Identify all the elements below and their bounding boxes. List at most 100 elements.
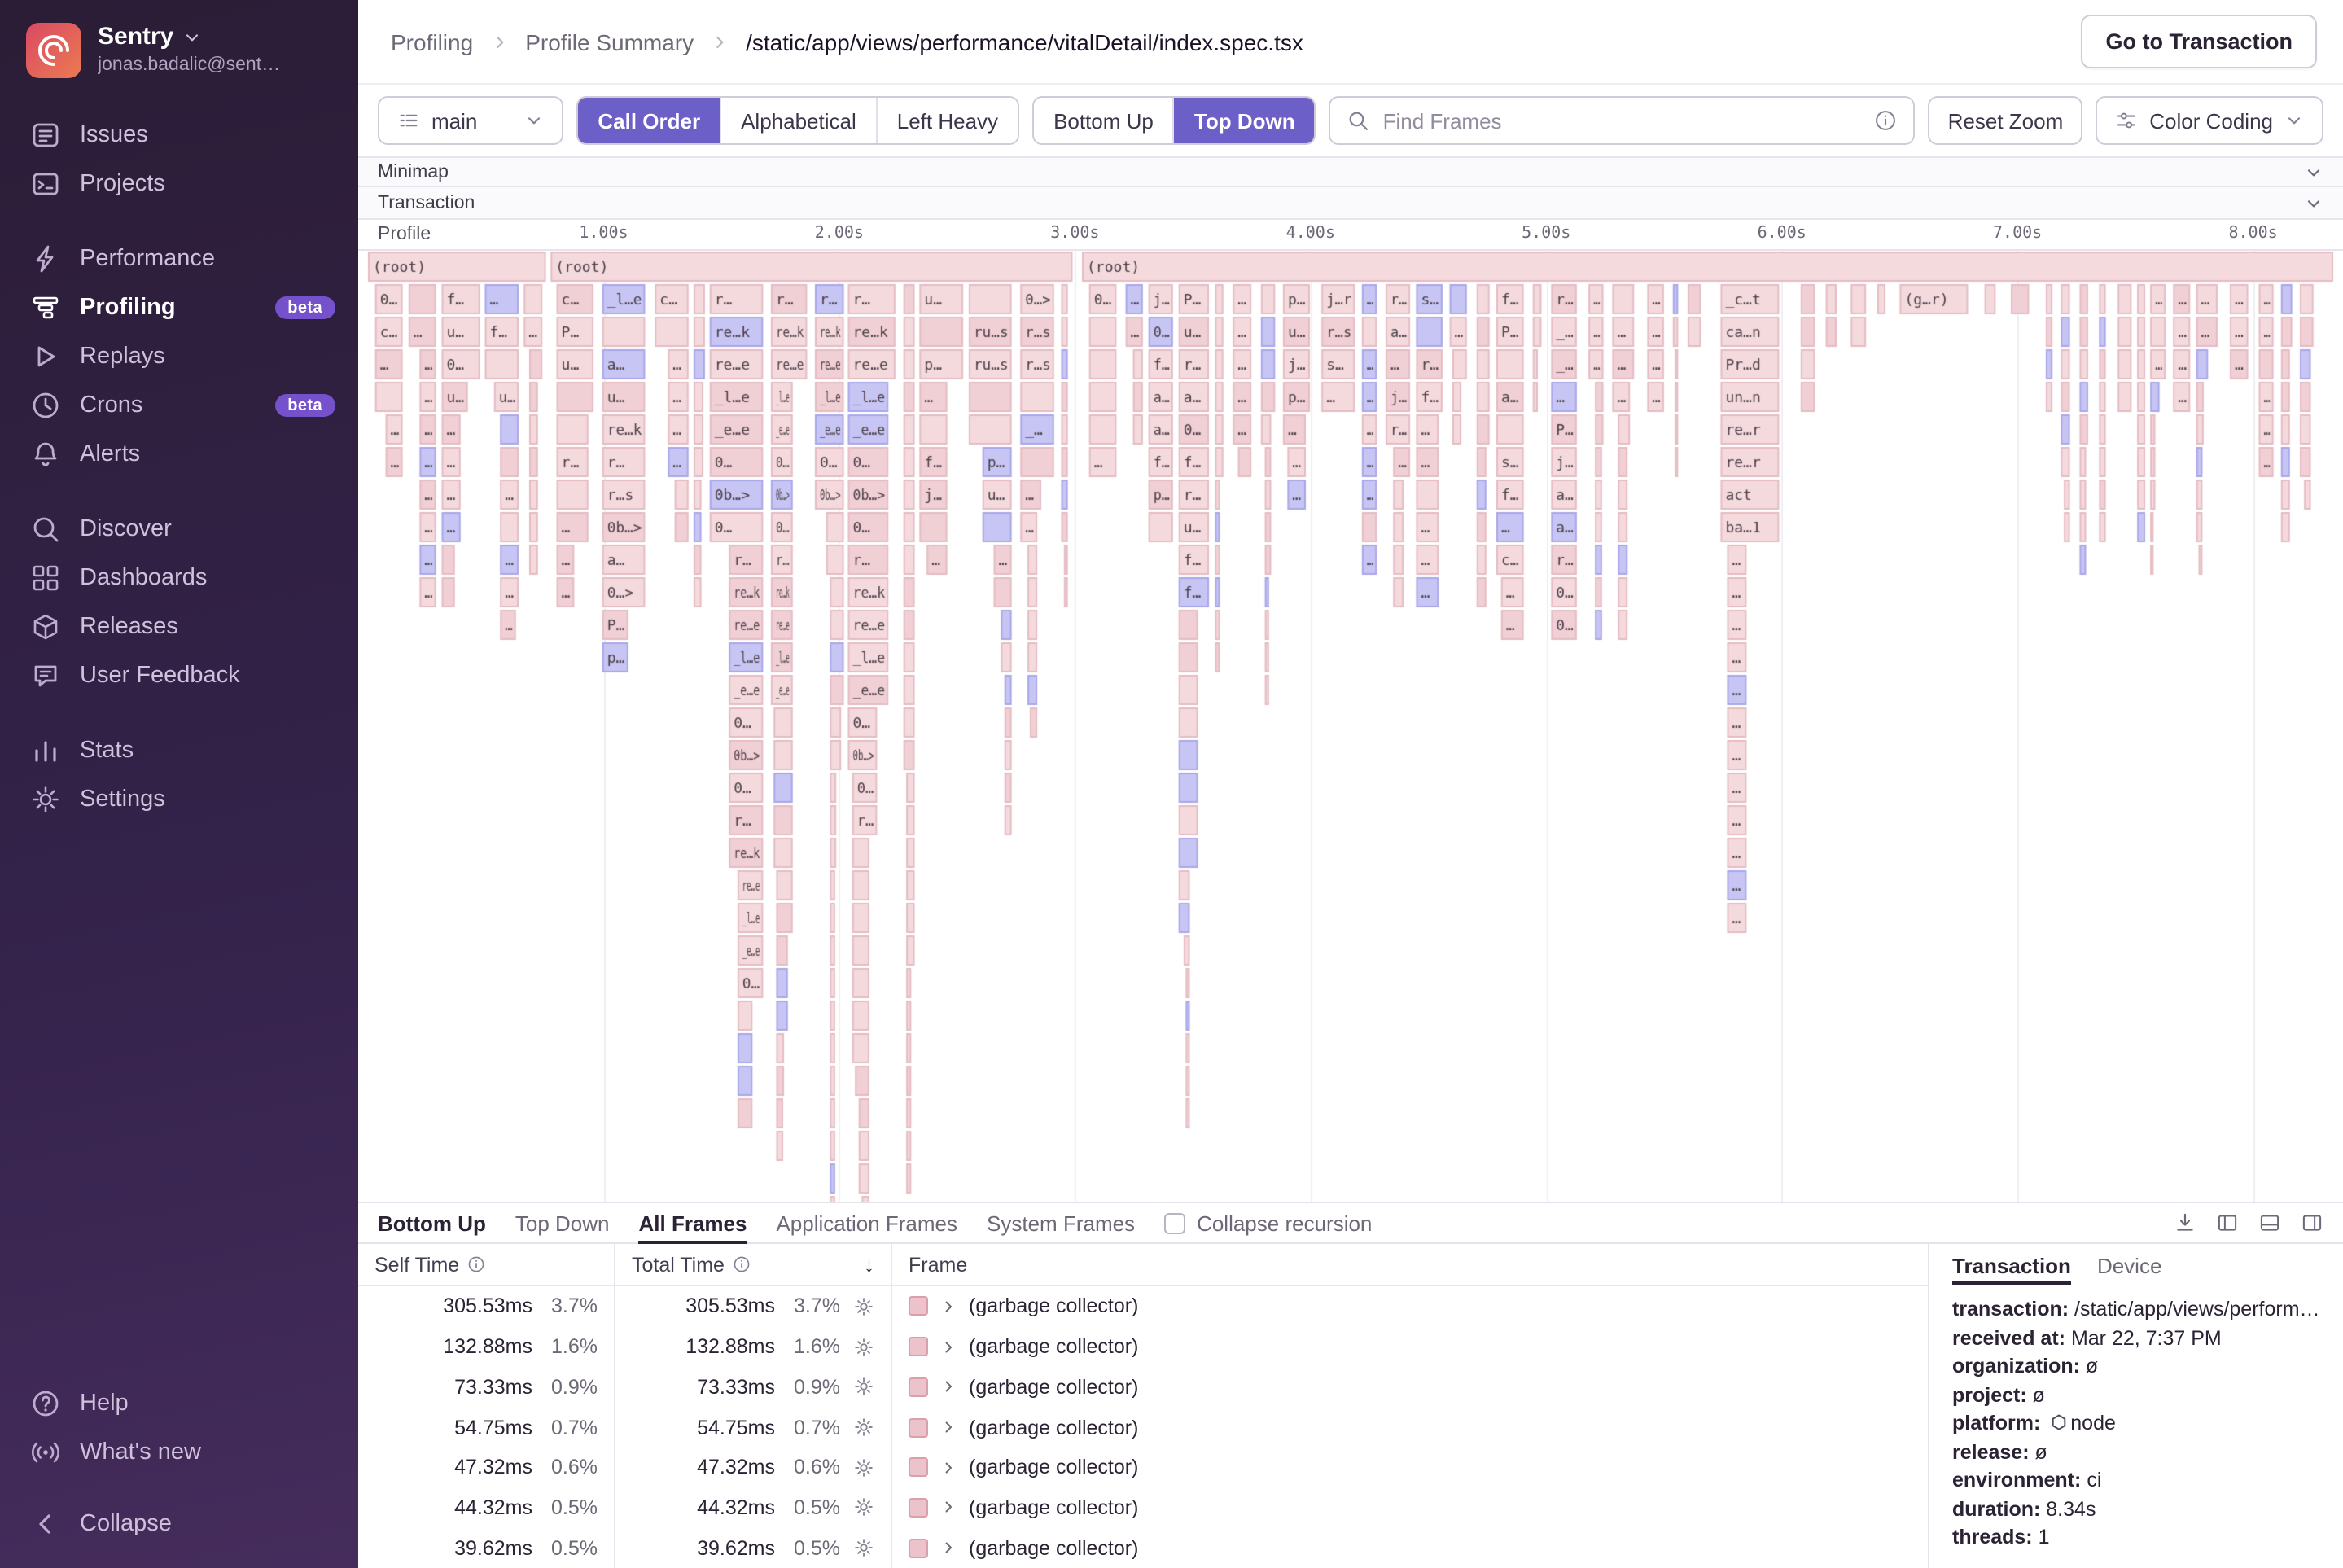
detail-duration: duration: 8.34s [1952, 1496, 2320, 1524]
frame-cell[interactable]: (garbage collector) [892, 1286, 1928, 1326]
chevron-right-icon [939, 1418, 957, 1436]
sidebar-item-user-feedback[interactable]: User Feedback [0, 651, 358, 700]
expand-chevron-icon[interactable] [939, 1418, 957, 1436]
detail-value: ø [2034, 1440, 2047, 1463]
table-row[interactable]: 73.33ms0.9%73.33ms0.9%(garbage collector… [358, 1367, 1928, 1407]
frame-cell[interactable]: (garbage collector) [892, 1326, 1928, 1366]
table-row[interactable]: 39.62ms0.5%39.62ms0.5%(garbage collector… [358, 1528, 1928, 1568]
total-time-percent: 0.9% [775, 1376, 840, 1399]
detail-environment: environment: ci [1952, 1467, 2320, 1496]
detail-value: ø [2086, 1355, 2098, 1377]
sidebar-item-projects[interactable]: Projects [0, 160, 358, 208]
frame-cell[interactable]: (garbage collector) [892, 1367, 1928, 1407]
row-settings-icon[interactable] [853, 1377, 874, 1398]
find-frames-search[interactable] [1329, 96, 1916, 145]
topbar: Profiling Profile Summary/static/app/view… [358, 0, 2343, 85]
table-row[interactable]: 132.88ms1.6%132.88ms1.6%(garbage collect… [358, 1326, 1928, 1366]
expand-chevron-icon[interactable] [939, 1499, 957, 1517]
expand-chevron-icon[interactable] [939, 1378, 957, 1396]
search-input[interactable] [1383, 108, 1862, 133]
row-settings-icon[interactable] [853, 1456, 874, 1478]
sidebar-item-releases[interactable]: Releases [0, 602, 358, 651]
breadcrumb-item-1[interactable]: Profile Summary [525, 28, 694, 55]
discover-icon [31, 515, 60, 544]
total-time-header[interactable]: Total Time ↓ [615, 1244, 892, 1285]
time-ruler: Profile 1.00s2.00s3.00s4.00s5.00s6.00s7.… [358, 220, 2343, 251]
self-time-value: 132.88ms [443, 1335, 532, 1358]
expand-chevron-icon[interactable] [939, 1458, 957, 1476]
table-row[interactable]: 47.32ms0.6%47.32ms0.6%(garbage collector… [358, 1448, 1928, 1487]
color-coding-button[interactable]: Color Coding [2096, 96, 2323, 145]
sidebar-item-help[interactable]: Help [0, 1379, 358, 1428]
sidebar-item-label: Settings [80, 786, 165, 812]
expand-chevron-icon[interactable] [939, 1539, 957, 1557]
table-row[interactable]: 305.53ms3.7%305.53ms3.7%(garbage collect… [358, 1286, 1928, 1326]
sidebar-item-discover[interactable]: Discover [0, 505, 358, 554]
self-time-percent: 3.7% [532, 1295, 598, 1318]
expand-chevron-icon[interactable] [939, 1298, 957, 1316]
sidebar-item-collapse[interactable]: Collapse [0, 1500, 358, 1548]
frames-tab-system-frames[interactable]: System Frames [987, 1203, 1135, 1242]
row-settings-icon[interactable] [853, 1417, 874, 1438]
frames-tab-bottom-up[interactable]: Bottom Up [378, 1203, 486, 1242]
org-switcher[interactable]: Sentry jonas.badalic@sent… [0, 0, 358, 94]
sidebar-item-label: Replays [80, 344, 165, 370]
thread-select[interactable]: main [378, 96, 563, 145]
detail-value: 8.34s [2046, 1497, 2096, 1520]
row-settings-icon[interactable] [853, 1537, 874, 1558]
frames-tab-top-down[interactable]: Top Down [515, 1203, 610, 1242]
sort-descending-icon[interactable]: ↓ [864, 1252, 874, 1277]
dock-right-icon[interactable] [2301, 1211, 2323, 1234]
row-settings-icon[interactable] [853, 1497, 874, 1518]
sidebar-item-profiling[interactable]: Profilingbeta [0, 283, 358, 332]
minimap-label: Minimap [378, 162, 449, 182]
self-time-percent: 0.7% [532, 1416, 598, 1439]
sort-alphabetical-button[interactable]: Alphabetical [720, 98, 876, 143]
table-row[interactable]: 54.75ms0.7%54.75ms0.7%(garbage collector… [358, 1407, 1928, 1447]
reset-zoom-button[interactable]: Reset Zoom [1929, 96, 2083, 145]
details-tab-device[interactable]: Device [2097, 1254, 2162, 1285]
dock-left-icon[interactable] [2216, 1211, 2239, 1234]
expand-chevron-icon[interactable] [939, 1338, 957, 1356]
frame-header[interactable]: Frame [892, 1244, 1928, 1285]
sidebar-nav: IssuesProjects PerformanceProfilingbeta Re… [0, 111, 358, 824]
frames-tab-all-frames[interactable]: All Frames [639, 1203, 747, 1242]
sidebar-item-settings[interactable]: Settings [0, 775, 358, 824]
sort-call-order-button[interactable]: Call Order [578, 98, 720, 143]
frame-cell[interactable]: (garbage collector) [892, 1487, 1928, 1527]
frame-cell[interactable]: (garbage collector) [892, 1528, 1928, 1568]
frames-tab-application-frames[interactable]: Application Frames [776, 1203, 957, 1242]
sidebar-item-what-s-new[interactable]: What's new [0, 1428, 358, 1477]
sidebar-item-issues[interactable]: Issues [0, 111, 358, 160]
sort-left-heavy-button[interactable]: Left Heavy [876, 98, 1018, 143]
row-settings-icon[interactable] [853, 1296, 874, 1317]
row-settings-icon[interactable] [853, 1336, 874, 1357]
go-to-transaction-button[interactable]: Go to Transaction [2081, 15, 2317, 68]
org-name: Sentry [98, 23, 173, 52]
minimap-panel-header[interactable]: Minimap [358, 156, 2343, 187]
collapse-recursion-checkbox[interactable]: Collapse recursion [1164, 1211, 1372, 1235]
breadcrumb-item-2[interactable]: /static/app/views/performance/vitalDetai… [746, 28, 1303, 55]
dock-bottom-icon[interactable] [2258, 1211, 2281, 1234]
direction-bottom-up-button[interactable]: Bottom Up [1034, 98, 1173, 143]
checkbox-icon[interactable] [1164, 1212, 1185, 1233]
frame-name: (garbage collector) [969, 1416, 1138, 1439]
sidebar-item-performance[interactable]: Performance [0, 234, 358, 283]
total-time-percent: 0.5% [775, 1496, 840, 1519]
sidebar-item-replays[interactable]: Replays [0, 332, 358, 381]
flamegraph-canvas[interactable] [358, 251, 2343, 1202]
frame-name: (garbage collector) [969, 1536, 1138, 1559]
table-row[interactable]: 44.32ms0.5%44.32ms0.5%(garbage collector… [358, 1487, 1928, 1527]
sidebar-item-dashboards[interactable]: Dashboards [0, 554, 358, 602]
sidebar-item-stats[interactable]: Stats [0, 726, 358, 775]
frame-cell[interactable]: (garbage collector) [892, 1448, 1928, 1487]
sidebar-item-alerts[interactable]: Alerts [0, 430, 358, 479]
sidebar-item-crons[interactable]: Cronsbeta [0, 381, 358, 430]
breadcrumb-item-0[interactable]: Profiling [391, 28, 473, 55]
export-icon[interactable] [2174, 1211, 2196, 1234]
frame-cell[interactable]: (garbage collector) [892, 1407, 1928, 1447]
self-time-header[interactable]: Self Time [358, 1244, 615, 1285]
transaction-panel-header[interactable]: Transaction [358, 187, 2343, 220]
details-tab-transaction[interactable]: Transaction [1952, 1254, 2071, 1285]
direction-top-down-button[interactable]: Top Down [1173, 98, 1315, 143]
